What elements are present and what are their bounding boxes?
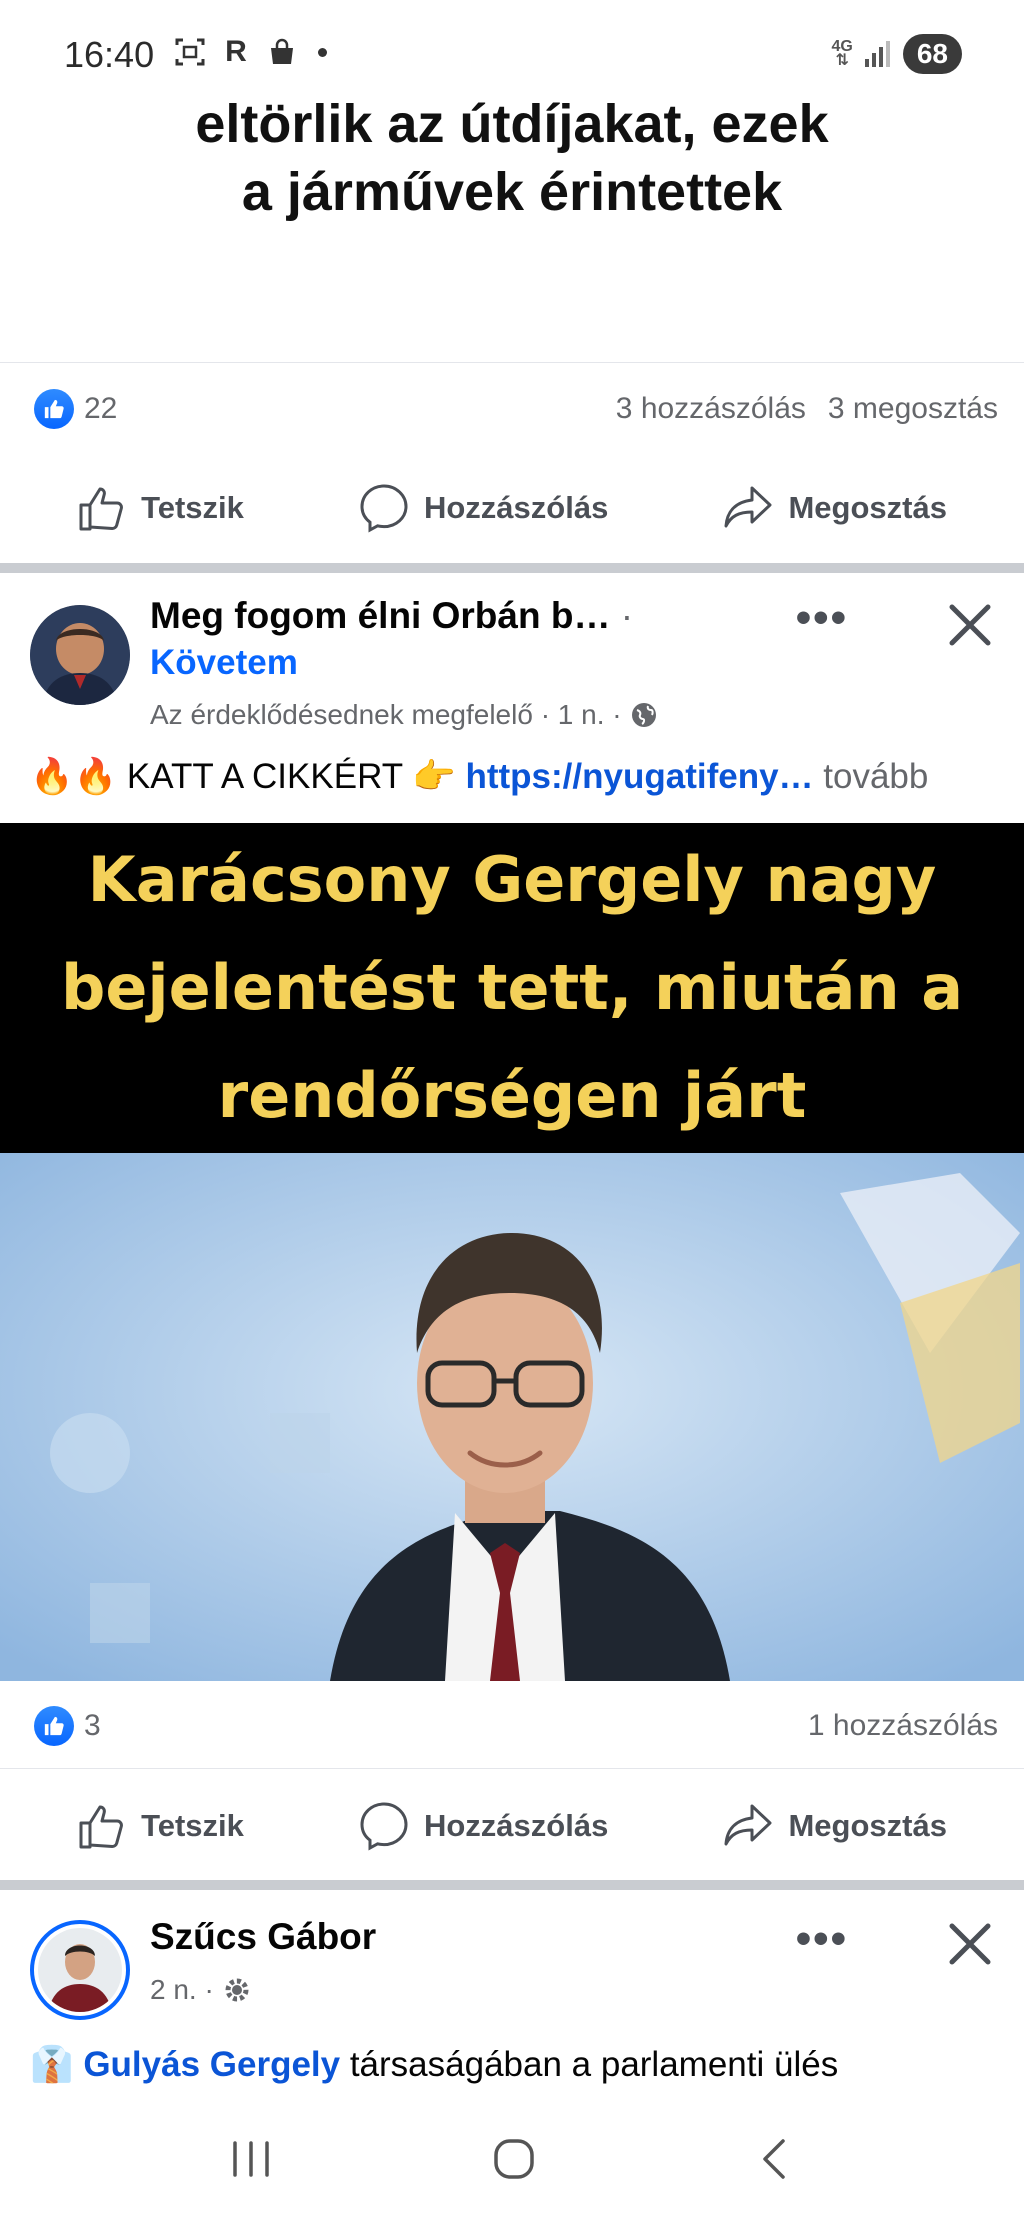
article-link[interactable]: https://nyugatifeny… [465,757,813,796]
comment-button[interactable]: Hozzászólás [358,482,608,534]
reaction-summary[interactable]: 3 [34,1706,101,1746]
close-icon[interactable] [942,597,998,653]
globe-icon [631,703,656,727]
separator-dot: · [620,595,634,636]
post-separator [0,1880,1024,1890]
share-arrow-icon [724,1804,772,1846]
back-icon[interactable] [755,2137,795,2181]
close-icon[interactable] [942,1916,998,1972]
like-button[interactable]: Tetszik [77,483,244,533]
comment-bubble-icon [360,484,408,533]
like-reaction-icon [34,389,74,429]
more-options-icon[interactable]: ••• [796,1914,848,1964]
share-arrow-icon [724,486,772,528]
next-post-text: 👔 Gulyás Gergely társaságában a parlamen… [30,2045,839,2084]
home-icon[interactable] [492,2137,536,2181]
see-more-link[interactable]: tovább [814,757,928,796]
status-bar: 16:40 R 4G ⇅ 68 [0,0,1024,100]
user-avatar[interactable] [30,1920,130,2020]
divider [0,1768,1024,1769]
image-headline-banner: Karácsony Gergely nagy bejelentést tett,… [0,823,1024,1153]
system-navigation-bar [0,2099,1024,2219]
previous-post-action-bar: Tetszik Hozzászólás Megosztás [0,468,1024,548]
comment-count[interactable]: 3 hozzászólás [616,392,806,426]
like-count: 3 [84,1709,101,1742]
page-name[interactable]: Meg fogom élni Orbán b… · [150,595,633,637]
like-count: 22 [84,392,118,425]
network-type: 4G ⇅ [831,38,853,69]
thumbs-up-icon [79,487,123,531]
like-button[interactable]: Tetszik [77,1801,244,1851]
status-notification-icons: R [174,35,327,68]
share-count[interactable]: 3 megosztás [828,392,998,426]
share-button[interactable]: Megosztás [722,1800,947,1852]
share-button[interactable]: Megosztás [722,482,947,534]
follow-button[interactable]: Követem [150,643,298,683]
post-reactions: 3 1 hozzászólás [34,1704,998,1748]
image-photo [0,1153,1024,1681]
post-action-bar: Tetszik Hozzászólás Megosztás [0,1786,1024,1866]
previous-post-reactions: 22 3 hozzászólás 3 megosztás [34,387,998,431]
comment-count[interactable]: 1 hozzászólás [808,1709,998,1743]
status-time: 16:40 [64,34,155,75]
avatar-image [30,605,130,705]
comment-button[interactable]: Hozzászólás [358,1800,608,1852]
portrait-image [0,1153,1024,1681]
post-separator [0,563,1024,573]
more-options-icon[interactable]: ••• [796,593,848,643]
post-meta: 2 n. · [150,1974,252,2006]
previous-post-headline[interactable]: eltörlik az útdíjakat, ezek a járművek é… [0,90,1024,226]
battery-indicator: 68 [902,34,962,74]
settings-gear-icon [225,1978,249,2002]
mention-link[interactable]: Gulyás Gergely [83,2045,340,2084]
page-avatar[interactable] [30,605,130,705]
screenshot-icon [174,36,206,68]
notification-dot-icon [318,47,327,57]
image-headline-text: Karácsony Gergely nagy bejelentést tett,… [60,843,964,1132]
status-system-icons: 4G ⇅ 68 [831,34,962,74]
post-image[interactable]: Karácsony Gergely nagy bejelentést tett,… [0,823,1024,1681]
recent-apps-icon[interactable] [229,2139,273,2179]
like-reaction-icon [34,1706,74,1746]
reaction-summary[interactable]: 22 [34,389,117,429]
signal-icon [864,41,890,67]
shopping-bag-icon [266,36,298,68]
avatar-image [38,1928,122,2012]
post-text: 🔥🔥 KATT A CIKKÉRT 👉 https://nyugatifeny…… [30,757,929,796]
post-meta: Az érdeklődésednek megfelelő · 1 n. · [150,699,658,731]
thumbs-up-icon [79,1805,123,1849]
r-app-icon: R [225,35,247,68]
comment-bubble-icon [360,1802,408,1851]
divider [0,362,1024,363]
user-name[interactable]: Szűcs Gábor [150,1916,376,1958]
